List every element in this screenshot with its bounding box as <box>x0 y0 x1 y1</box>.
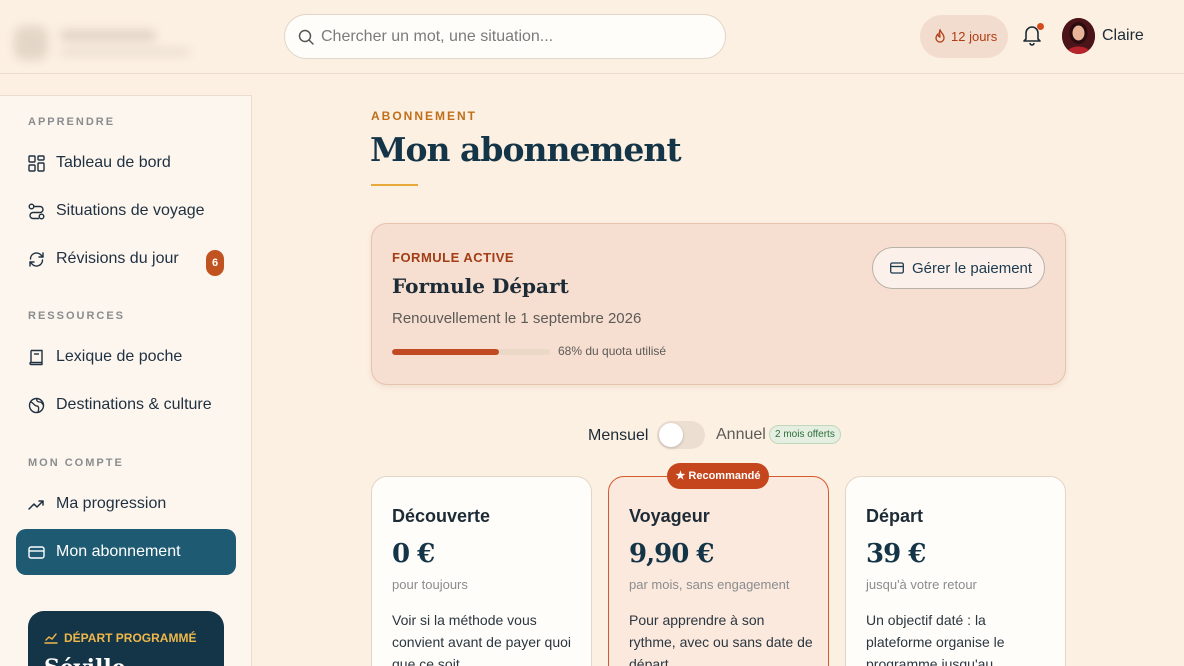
plan-period: pour toujours <box>392 577 468 592</box>
revisions-count-badge: 6 <box>206 250 224 276</box>
depart-card-title: DÉPART PROGRAMMÉ <box>64 631 197 645</box>
sidebar-item-lexique[interactable]: Lexique de poche <box>16 334 236 380</box>
manage-payment-label: Gérer le paiement <box>912 260 1033 277</box>
billing-annual-label[interactable]: Annuel <box>716 426 766 444</box>
sidebar-item-tableau-de-bord[interactable]: Tableau de bord <box>16 140 236 186</box>
billing-monthly-label[interactable]: Mensuel <box>588 427 648 445</box>
flame-icon <box>935 29 945 43</box>
search-input[interactable] <box>321 26 711 48</box>
plan-card-voyageur[interactable]: Voyageur 9,90 € par mois, sans engagemen… <box>608 476 829 666</box>
app-logo[interactable] <box>14 22 194 64</box>
notification-dot <box>1037 23 1044 30</box>
quota-progress-bar <box>392 349 550 355</box>
sidebar-item-label: Lexique de poche <box>56 348 183 365</box>
plan-price: 39 € <box>866 539 926 569</box>
section-label-ressources: RESSOURCES <box>28 310 126 322</box>
active-plan-name: Formule Départ <box>392 274 569 298</box>
streak-badge[interactable]: 12 jours <box>920 15 1008 58</box>
section-label-apprendre: APPRENDRE <box>28 116 116 128</box>
page-title: Mon abonnement <box>370 130 682 169</box>
card-icon <box>890 262 904 274</box>
sidebar-item-abonnement[interactable]: Mon abonnement <box>16 529 236 575</box>
depart-programme-card[interactable]: DÉPART PROGRAMMÉ Séville <box>28 611 224 666</box>
avatar[interactable] <box>1062 18 1095 54</box>
annual-offer-badge: 2 mois offerts <box>769 425 841 444</box>
plan-name: Voyageur <box>629 506 710 526</box>
sidebar-item-label: Ma progression <box>56 495 167 512</box>
sidebar-item-label: Révisions du jour <box>56 250 179 267</box>
billing-toggle-group: Mensuel Annuel 2 mois offerts <box>588 421 858 451</box>
search-bar[interactable] <box>284 14 726 59</box>
user-name[interactable]: Claire <box>1102 27 1144 45</box>
plan-name: Découverte <box>392 506 491 526</box>
globe-icon <box>28 397 45 414</box>
plan-price: 9,90 € <box>629 539 714 569</box>
quota-text: 68% du quota utilisé <box>558 344 667 358</box>
plan-period: jusqu'à votre retour <box>866 577 977 592</box>
sidebar-item-situations[interactable]: Situations de voyage <box>16 188 236 234</box>
billing-toggle[interactable] <box>657 421 705 449</box>
search-icon <box>298 29 314 45</box>
page-eyebrow: ABONNEMENT <box>371 109 477 123</box>
title-underline <box>371 184 418 186</box>
renewal-date: Renouvellement le 1 septembre 2026 <box>392 310 642 327</box>
section-label-mon-compte: MON COMPTE <box>28 457 124 469</box>
depart-card-city: Séville <box>44 655 126 666</box>
plan-card-depart[interactable]: Départ 39 € jusqu'à votre retour Un obje… <box>845 476 1066 666</box>
plan-card-decouverte[interactable]: Découverte 0 € pour toujours Voir si la … <box>371 476 592 666</box>
plan-description: Pour apprendre à son rythme, avec ou san… <box>629 612 813 666</box>
recommended-badge: ★ Recommandé <box>667 463 769 489</box>
plan-description: Voir si la méthode vous convient avant d… <box>392 612 572 666</box>
manage-payment-button[interactable]: Gérer le paiement <box>872 247 1045 289</box>
sidebar-item-revisions[interactable]: Révisions du jour 6 <box>16 236 236 282</box>
toggle-knob <box>659 423 683 447</box>
plan-period: par mois, sans engagement <box>629 577 790 592</box>
sidebar-item-progression[interactable]: Ma progression <box>16 481 236 527</box>
sidebar-item-destinations[interactable]: Destinations & culture <box>16 382 236 428</box>
plan-name: Départ <box>866 506 924 526</box>
sidebar-item-label: Situations de voyage <box>56 202 205 219</box>
refresh-icon <box>29 252 44 267</box>
sidebar-item-label: Destinations & culture <box>56 396 212 413</box>
trending-up-icon <box>28 500 44 510</box>
sidebar-item-label: Tableau de bord <box>56 154 171 171</box>
route-icon <box>28 203 45 220</box>
top-bar: 12 jours Claire <box>0 0 1184 74</box>
notifications-button[interactable] <box>1022 23 1044 48</box>
quota-progress-fill <box>392 349 500 355</box>
plan-price: 0 € <box>392 539 435 569</box>
book-icon <box>29 349 43 366</box>
plan-description: Un objectif daté : la plateforme organis… <box>866 612 1005 666</box>
streak-label: 12 jours <box>951 29 998 44</box>
active-plan-card: FORMULE ACTIVE Formule Départ Renouvelle… <box>371 223 1066 385</box>
sidebar-item-label: Mon abonnement <box>56 543 181 560</box>
sidebar: APPRENDRE Tableau de bord Situations de … <box>0 95 252 666</box>
grid-icon <box>28 155 45 172</box>
active-plan-tag: FORMULE ACTIVE <box>392 250 515 265</box>
card-icon <box>28 546 45 559</box>
